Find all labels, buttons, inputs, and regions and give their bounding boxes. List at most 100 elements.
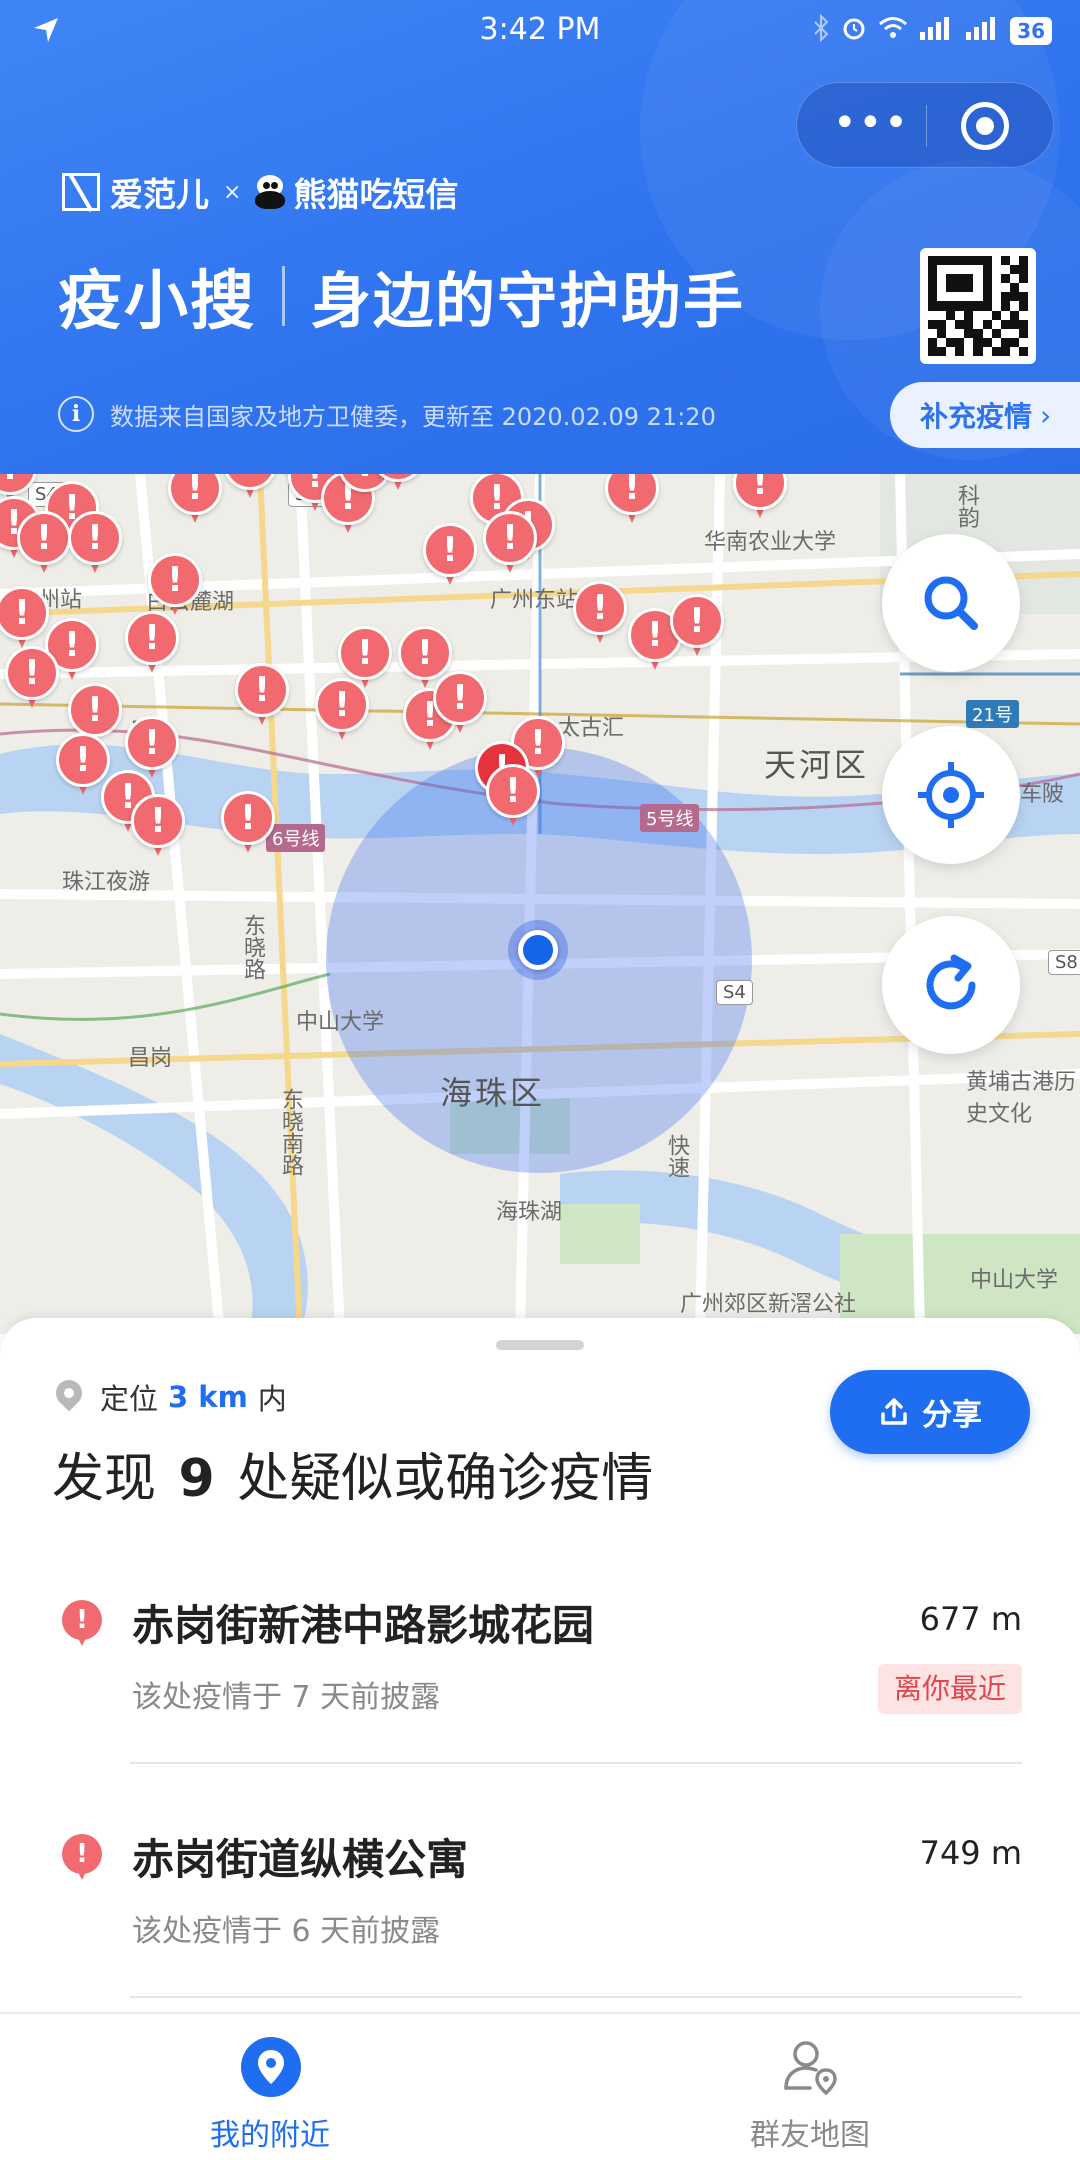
share-upload-icon (881, 1398, 907, 1425)
app-header: 3:42 PM 36 ••• 爱范儿 × 熊猫吃短信 疫小搜 身边的守护助手 i… (0, 0, 1080, 474)
list-divider (130, 1996, 1022, 1998)
epidemic-map-pin[interactable]: ! (371, 474, 425, 494)
capsule-divider (926, 105, 927, 147)
panda-icon (255, 175, 286, 209)
supplement-label: 补充疫情 (920, 400, 1033, 433)
signal-icon (918, 16, 954, 46)
item-name: 赤岗街道纵横公寓 (132, 1835, 469, 1884)
road-label: S8 (1048, 950, 1080, 975)
epidemic-map-pin[interactable]: ! (733, 474, 787, 522)
tab-group-map[interactable]: 群友地图 (540, 2014, 1080, 2160)
tab-bar: 我的附近 群友地图 (0, 2012, 1080, 2160)
epidemic-map-pin[interactable]: ! (5, 646, 59, 712)
epidemic-map-pin[interactable]: ! (125, 611, 179, 677)
battery-indicator: 36 (1010, 17, 1052, 45)
loc-prefix: 定位 (100, 1382, 159, 1416)
brand-row: 爱范儿 × 熊猫吃短信 (62, 168, 458, 216)
map-label: 东晓南路 (278, 1088, 303, 1176)
epidemic-map[interactable]: S41 S15 S4 S8 广州站 白云麓湖 广州东站 华南农业大学 科韵 区 … (0, 474, 1080, 1334)
epidemic-map-pin[interactable]: ! (573, 581, 627, 647)
page-subtitle: 身边的守护助手 (311, 266, 745, 337)
epidemic-map-pin[interactable]: ! (221, 791, 275, 857)
qr-code-pattern (928, 256, 1028, 356)
epidemic-map-pin[interactable]: ! (131, 794, 185, 860)
epidemic-map-pin[interactable]: ! (483, 511, 537, 577)
ifanr-logo-icon (62, 173, 100, 211)
map-label: 珠江夜游 (62, 870, 151, 895)
list-item[interactable]: ! 赤岗街道纵横公寓 749 m 该处疫情于 6 天前披露 (0, 1798, 1080, 1998)
signal-icon (964, 16, 1000, 46)
refresh-icon (926, 954, 976, 1010)
district-label: 天河区 (764, 746, 870, 784)
tab-label: 我的附近 (210, 2118, 330, 2153)
notice-text: 数据来自国家及地方卫健委，更新至 2020.02.09 21:20 (110, 402, 716, 431)
epidemic-map-pin[interactable]: ! (486, 764, 540, 830)
metro-line-tag: 5号线 (640, 804, 700, 832)
share-button[interactable]: 分享 (830, 1370, 1030, 1454)
brand-panda: 熊猫吃短信 (293, 175, 459, 214)
item-disclosed: 该处疫情于 6 天前披露 (132, 1914, 441, 1949)
district-label: 海珠区 (440, 1074, 546, 1112)
epidemic-pin-icon: ! (62, 1600, 102, 1648)
epidemic-map-pin[interactable]: ! (0, 586, 49, 652)
epidemic-map-pin[interactable]: ! (235, 663, 289, 729)
item-name: 赤岗街新港中路影城花园 (132, 1601, 595, 1650)
headline-prefix: 发现 (52, 1449, 157, 1509)
epidemic-map-pin[interactable]: ! (338, 626, 392, 692)
locate-icon (918, 762, 984, 828)
headline-suffix: 处疑似或确诊疫情 (237, 1449, 654, 1509)
results-headline: 发现 9 处疑似或确诊疫情 (52, 1436, 653, 1511)
my-location-marker (518, 930, 558, 970)
map-label: 东晓路 (240, 914, 265, 980)
epidemic-map-pin[interactable]: ! (670, 594, 724, 660)
tab-label: 群友地图 (750, 2118, 870, 2153)
map-label: 华南农业大学 (704, 530, 837, 555)
bluetooth-icon (812, 13, 830, 48)
map-label: 中山大学 (970, 1268, 1059, 1293)
title-divider (282, 266, 285, 326)
metro-line-tag: 21号 (966, 700, 1019, 728)
map-refresh-button[interactable] (882, 916, 1020, 1054)
map-label: 黄埔古港历史文化 (966, 1070, 1077, 1127)
map-label: 车陂 (1020, 782, 1065, 807)
sheet-drag-handle[interactable] (496, 1340, 584, 1350)
epidemic-map-pin[interactable]: ! (433, 671, 487, 737)
item-distance: 749 m (919, 1834, 1022, 1872)
map-label: 科韵 (954, 484, 979, 528)
person-pin-icon (784, 2041, 837, 2096)
chevron-right-icon: › (1040, 398, 1052, 432)
list-divider (130, 1762, 1022, 1764)
list-item[interactable]: ! 赤岗街新港中路影城花园 677 m 该处疫情于 7 天前披露 离你最近 (0, 1564, 1080, 1764)
location-pin-icon (50, 1374, 88, 1414)
location-range: 定位 3 km 内 (50, 1374, 287, 1418)
more-dots-icon[interactable]: ••• (833, 101, 908, 151)
map-label: 广州郊区新滘公社 (680, 1292, 857, 1317)
supplement-epidemic-button[interactable]: 补充疫情 › (890, 382, 1080, 448)
brand-separator: × (223, 179, 242, 205)
epidemic-map-pin[interactable]: ! (423, 523, 477, 589)
map-search-button[interactable] (882, 534, 1020, 672)
epidemic-map-pin[interactable]: ! (605, 474, 659, 527)
tab-nearby[interactable]: 我的附近 (0, 2014, 540, 2160)
item-distance: 677 m (919, 1600, 1022, 1638)
brand-ifanr: 爱范儿 (110, 175, 209, 214)
road-label: S4 (716, 980, 753, 1005)
epidemic-map-pin[interactable]: ! (223, 474, 277, 502)
share-label: 分享 (922, 1398, 982, 1433)
qr-code[interactable] (920, 248, 1036, 364)
loc-distance: 3 km (168, 1380, 248, 1414)
epidemic-map-pin[interactable]: ! (168, 474, 222, 527)
map-label: 海珠湖 (496, 1200, 563, 1225)
epidemic-pin-icon: ! (62, 1834, 102, 1882)
epidemic-map-pin[interactable]: ! (68, 511, 122, 577)
map-locate-button[interactable] (882, 726, 1020, 864)
epidemic-map-pin[interactable]: ! (17, 511, 71, 577)
target-circle-icon[interactable] (961, 102, 1009, 150)
location-pin-icon (241, 2037, 301, 2097)
wifi-icon (878, 16, 908, 46)
title-row: 疫小搜 身边的守护助手 (58, 250, 745, 342)
alarm-icon (840, 14, 868, 48)
map-label: 快速 (664, 1134, 689, 1178)
epidemic-map-pin[interactable]: ! (148, 553, 202, 619)
info-icon: i (58, 396, 94, 432)
